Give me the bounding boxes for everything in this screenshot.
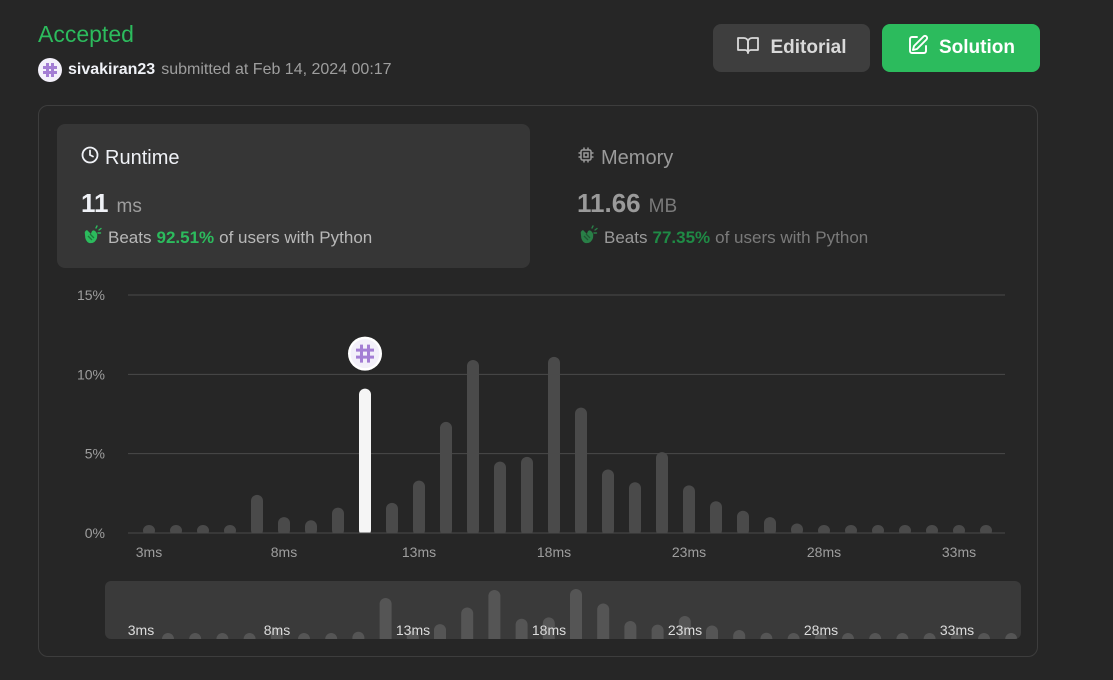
bar[interactable]	[683, 485, 695, 536]
x-tick-label: 3ms	[136, 544, 162, 560]
runtime-distribution-chart[interactable]: 15% 10% 5% 0% 3ms 8ms 13ms 18ms 23ms 33ms 28ms	[39, 106, 1039, 576]
bar[interactable]	[494, 461, 506, 536]
x-tick-label: 28ms	[807, 544, 841, 560]
x-tick-label: 23ms	[672, 544, 706, 560]
bar[interactable]	[575, 407, 587, 536]
minimap-bar	[189, 633, 202, 639]
bar[interactable]	[467, 360, 479, 536]
edit-icon	[907, 34, 929, 62]
minimap-bar	[434, 624, 446, 639]
minimap-tick-label: 18ms	[532, 622, 566, 638]
submitted-time: submitted at Feb 14, 2024 00:17	[161, 61, 392, 78]
minimap-bar	[243, 633, 256, 639]
minimap-bar	[923, 633, 936, 639]
minimap-bar	[515, 618, 528, 639]
minimap-bar	[733, 630, 746, 639]
x-tick-label: 18ms	[537, 544, 571, 560]
minimap-bar	[896, 633, 909, 639]
minimap-bar	[978, 633, 990, 639]
y-tick-label: 0%	[85, 525, 105, 541]
submission-info: sivakiran23 submitted at Feb 14, 2024 00…	[38, 58, 392, 82]
performance-panel: Runtime 11 ms Beats 92.51% of users with…	[38, 105, 1038, 657]
x-tick-label: 13ms	[402, 544, 436, 560]
solution-label: Solution	[939, 37, 1015, 58]
submission-status: Accepted	[38, 21, 134, 47]
minimap-tick-label: 33ms	[940, 622, 974, 638]
editorial-button[interactable]: Editorial	[713, 24, 870, 72]
bar[interactable]	[548, 356, 560, 536]
username-link[interactable]: sivakiran23	[68, 61, 155, 79]
avatar-marker-glyph	[356, 348, 374, 352]
y-tick-label: 5%	[85, 446, 105, 462]
bar[interactable]	[521, 456, 533, 536]
minimap-tick-label: 8ms	[264, 622, 290, 638]
minimap-tick-label: 13ms	[396, 622, 430, 638]
minimap-tick-label: 28ms	[804, 622, 838, 638]
y-tick-label: 15%	[77, 287, 105, 303]
minimap-chart: 3ms 8ms 13ms 18ms 23ms 33ms 28ms	[128, 589, 1018, 639]
minimap-bar	[325, 633, 338, 639]
minimap-tick-label: 23ms	[668, 622, 702, 638]
minimap-bar	[379, 598, 392, 639]
minimap-bar	[570, 589, 582, 639]
minimap-bar	[787, 633, 800, 639]
avatar-marker-glyph	[356, 355, 374, 359]
minimap-bar	[706, 625, 718, 639]
minimap-bar	[760, 632, 773, 639]
y-tick-label: 10%	[77, 366, 105, 382]
bar-highlight[interactable]	[359, 388, 371, 536]
bar[interactable]	[413, 480, 425, 536]
avatar-marker-inner	[350, 339, 380, 369]
avatar[interactable]	[38, 58, 62, 82]
minimap-bar	[216, 633, 229, 639]
chart-baseline-mask	[128, 533, 1005, 537]
minimap-bar	[352, 631, 365, 639]
minimap-bar	[1005, 633, 1018, 639]
bar[interactable]	[737, 510, 749, 536]
minimap-bar	[162, 633, 174, 639]
avatar-marker-glyph	[367, 344, 370, 363]
bar[interactable]	[251, 494, 263, 536]
bar[interactable]	[710, 501, 722, 536]
bar[interactable]	[332, 507, 344, 536]
bar[interactable]	[440, 421, 452, 536]
minimap-bar	[298, 633, 310, 639]
bar[interactable]	[656, 452, 668, 536]
chart-range-minimap[interactable]: 3ms 8ms 13ms 18ms 23ms 33ms 28ms	[105, 581, 1021, 639]
avatar-marker-glyph	[360, 344, 363, 363]
bar[interactable]	[602, 469, 614, 536]
minimap-bar	[842, 633, 854, 639]
minimap-tick-label: 3ms	[128, 622, 154, 638]
minimap-bar	[624, 621, 637, 639]
solution-button[interactable]: Solution	[882, 24, 1040, 72]
minimap-bar	[488, 589, 501, 639]
minimap-bar	[597, 603, 610, 639]
minimap-bar	[869, 633, 882, 639]
bar[interactable]	[629, 482, 641, 536]
minimap-bar	[651, 624, 664, 639]
book-icon	[736, 35, 760, 61]
x-tick-label: 8ms	[271, 544, 297, 560]
bar[interactable]	[386, 502, 398, 536]
x-tick-label: 33ms	[942, 544, 976, 560]
minimap-bar	[461, 607, 474, 639]
editorial-label: Editorial	[770, 37, 847, 58]
